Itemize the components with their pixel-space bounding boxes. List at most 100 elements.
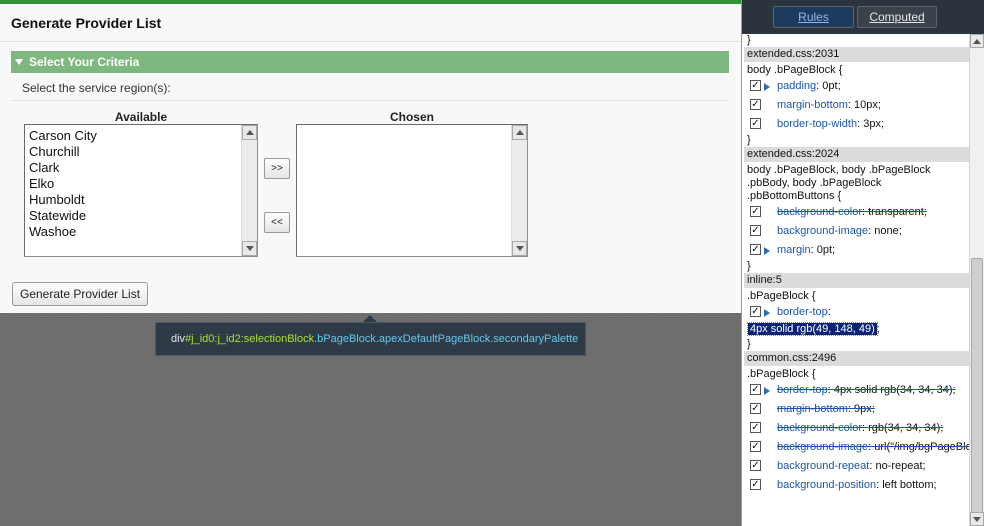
property-declaration[interactable]: background-image: url("/img/bgPageBlockL… bbox=[777, 438, 969, 457]
rule-selector: .bPageBlock { bbox=[747, 368, 816, 380]
property-declaration[interactable]: background-repeat: no-repeat; bbox=[777, 457, 926, 476]
property-checkbox[interactable]: ✓ bbox=[750, 384, 761, 395]
tab-computed-label: Computed bbox=[869, 10, 925, 24]
rule-source[interactable]: common.css:2496 bbox=[744, 351, 969, 366]
property-value: none; bbox=[874, 225, 902, 237]
property-name: margin-bottom bbox=[777, 403, 848, 415]
property-checkbox[interactable]: ✓ bbox=[750, 306, 761, 317]
property-value: no-repeat; bbox=[875, 460, 926, 472]
property-declaration[interactable]: border-top: bbox=[777, 303, 831, 322]
chosen-scrollbar[interactable] bbox=[511, 125, 527, 256]
property-value-editor[interactable]: 4px solid rgb(49, 148, 49) bbox=[747, 322, 878, 336]
property-checkbox[interactable]: ✓ bbox=[750, 422, 761, 433]
rule-source[interactable]: extended.css:2031 bbox=[744, 47, 969, 62]
scroll-down-button[interactable] bbox=[242, 241, 257, 256]
property-value: 0pt; bbox=[822, 80, 841, 92]
scroll-up-button[interactable] bbox=[242, 125, 257, 140]
remove-button[interactable]: << bbox=[264, 212, 290, 233]
inspector-tooltip: div#j_id0:j_id2:selectionBlock.bPageBloc… bbox=[155, 322, 586, 356]
scroll-thumb[interactable] bbox=[971, 258, 983, 526]
scroll-down-button[interactable] bbox=[970, 512, 984, 526]
tab-computed[interactable]: Computed bbox=[857, 6, 937, 28]
arrow-up-icon bbox=[973, 38, 981, 44]
available-list-item[interactable]: Statewide bbox=[29, 208, 239, 224]
rule-close-brace: } bbox=[747, 34, 751, 46]
property-semicolon: ; bbox=[876, 323, 880, 335]
rule-property: ✓ background-color: transparent; bbox=[747, 203, 969, 222]
property-declaration[interactable]: border-top-width: 3px; bbox=[777, 115, 884, 134]
arrow-up-icon bbox=[245, 130, 254, 135]
available-list-item[interactable]: Churchill bbox=[29, 144, 239, 160]
scroll-up-button[interactable] bbox=[970, 34, 984, 48]
rule-source[interactable]: inline:5 bbox=[744, 273, 969, 288]
property-name: background-position bbox=[777, 479, 877, 491]
property-declaration[interactable]: background-color: rgb(34, 34, 34); bbox=[777, 419, 943, 438]
property-name: border-top bbox=[777, 384, 828, 396]
available-scrollbar[interactable] bbox=[241, 125, 257, 256]
collapse-triangle-icon[interactable] bbox=[15, 59, 23, 65]
rule-property: ✓ background-color: rgb(34, 34, 34); bbox=[747, 419, 969, 438]
rule-close-brace: } bbox=[747, 134, 751, 146]
rule-body: body .bPageBlock, body .bPageBlock .pbBo… bbox=[744, 162, 969, 273]
rule-property: ✓ background-repeat: no-repeat; bbox=[747, 457, 969, 476]
property-checkbox[interactable]: ✓ bbox=[750, 403, 761, 414]
rule-selector: body .bPageBlock, body .bPageBlock .pbBo… bbox=[747, 164, 931, 202]
chosen-listbox[interactable] bbox=[296, 124, 528, 257]
rules-container: extended.css:2031 body .bPageBlock { ✓ padd… bbox=[744, 47, 969, 495]
available-list-item[interactable]: Clark bbox=[29, 160, 239, 176]
property-checkbox[interactable]: ✓ bbox=[750, 99, 761, 110]
region-label: Select the service region(s): bbox=[22, 81, 171, 95]
expand-triangle-icon[interactable] bbox=[764, 309, 770, 317]
available-listbox[interactable]: Carson City Churchill Clark Elko Humboldt Sta… bbox=[24, 124, 258, 257]
property-declaration[interactable]: background-position: left bottom; bbox=[777, 476, 937, 495]
criteria-section-header[interactable]: Select Your Criteria bbox=[11, 51, 729, 73]
property-declaration[interactable]: background-image: none; bbox=[777, 222, 902, 241]
tooltip-classes: .bPageBlock.apexDefaultPageBlock.seconda… bbox=[314, 333, 579, 345]
arrow-down-icon bbox=[515, 246, 524, 251]
property-declaration[interactable]: border-top: 4px solid rgb(34, 34, 34); bbox=[777, 381, 956, 400]
property-declaration[interactable]: margin-bottom: 10px; bbox=[777, 96, 881, 115]
property-declaration[interactable]: background-color: transparent; bbox=[777, 203, 927, 222]
property-declaration[interactable]: margin: 0pt; bbox=[777, 241, 835, 260]
tooltip-arrow bbox=[363, 315, 377, 322]
rule-property: ✓ border-top: bbox=[747, 303, 969, 322]
page-block: Generate Provider List Select Your Crite… bbox=[0, 4, 741, 313]
available-list-item[interactable]: Washoe bbox=[29, 224, 239, 240]
property-checkbox[interactable]: ✓ bbox=[750, 118, 761, 129]
add-button[interactable]: >> bbox=[264, 158, 290, 179]
rule-source[interactable]: extended.css:2024 bbox=[744, 147, 969, 162]
available-list-item[interactable]: Elko bbox=[29, 176, 239, 192]
available-list-item[interactable]: Carson City bbox=[29, 128, 239, 144]
region-divider bbox=[11, 100, 729, 101]
rule-selector: body .bPageBlock { bbox=[747, 64, 843, 76]
app-area: Generate Provider List Select Your Crite… bbox=[0, 0, 741, 526]
tab-rules[interactable]: Rules bbox=[773, 6, 854, 28]
property-checkbox[interactable]: ✓ bbox=[750, 479, 761, 490]
property-declaration[interactable]: padding: 0pt; bbox=[777, 77, 841, 96]
devtools-scrollbar[interactable] bbox=[969, 34, 984, 526]
property-checkbox[interactable]: ✓ bbox=[750, 441, 761, 452]
property-checkbox[interactable]: ✓ bbox=[750, 206, 761, 217]
chosen-column-header: Chosen bbox=[389, 110, 434, 124]
rule-body: .bPageBlock {✓ border-top: 4px solid rgb(… bbox=[744, 288, 969, 351]
rule-property: ✓ background-image: none; bbox=[747, 222, 969, 241]
property-checkbox[interactable]: ✓ bbox=[750, 244, 761, 255]
scroll-down-button[interactable] bbox=[512, 241, 527, 256]
property-colon: : bbox=[827, 306, 831, 318]
property-checkbox[interactable]: ✓ bbox=[750, 225, 761, 236]
scroll-up-button[interactable] bbox=[512, 125, 527, 140]
rule-property: ✓ margin: 0pt; bbox=[747, 241, 969, 260]
generate-provider-list-button[interactable]: Generate Provider List bbox=[12, 282, 149, 306]
rule-body: .bPageBlock { ✓ border-top: 4px solid rgb(… bbox=[744, 366, 969, 495]
expand-triangle-icon[interactable] bbox=[764, 83, 770, 91]
available-list-item[interactable]: Humboldt bbox=[29, 192, 239, 208]
property-value: 3px; bbox=[863, 118, 885, 130]
property-name: background-color bbox=[777, 422, 862, 434]
property-declaration[interactable]: margin-bottom: 9px; bbox=[777, 400, 875, 419]
expand-triangle-icon[interactable] bbox=[764, 247, 770, 255]
arrow-up-icon bbox=[515, 130, 524, 135]
rule-property: ✓ margin-bottom: 9px; bbox=[747, 400, 969, 419]
property-checkbox[interactable]: ✓ bbox=[750, 80, 761, 91]
expand-triangle-icon[interactable] bbox=[764, 387, 770, 395]
property-checkbox[interactable]: ✓ bbox=[750, 460, 761, 471]
